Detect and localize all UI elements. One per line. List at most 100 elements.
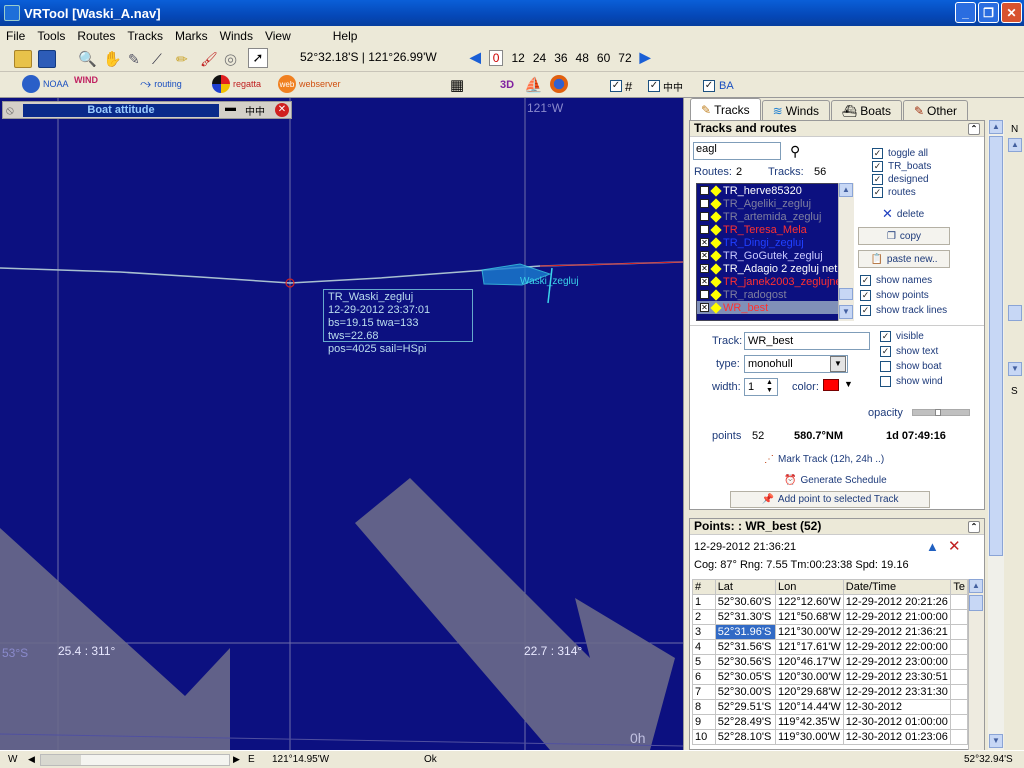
track-list-item[interactable]: ✕ TR_Dingi_zegluj	[697, 236, 853, 249]
tab-boats[interactable]: ⛴ Boats	[831, 100, 902, 120]
menu-file[interactable]: File	[0, 29, 31, 43]
menu-view[interactable]: View	[259, 29, 297, 43]
track-checkbox[interactable]	[700, 225, 709, 234]
wind-button[interactable]: WIND	[74, 75, 98, 85]
paste-new-button[interactable]: 📋 paste new..	[858, 250, 950, 268]
col-te[interactable]: Te	[950, 579, 968, 595]
ruler-icon[interactable]: ✎	[128, 49, 140, 69]
points-scroll-up-icon[interactable]: ▲	[969, 579, 983, 593]
visible-checkbox[interactable]: ✓ visible	[880, 331, 924, 342]
track-search-input[interactable]: eagl	[693, 142, 781, 160]
col-lon[interactable]: Lon	[775, 579, 844, 595]
track-list-item[interactable]: ✕ WR_best	[697, 301, 853, 314]
pointer-icon[interactable]: ➚	[248, 48, 268, 68]
col-index[interactable]: #	[692, 579, 716, 595]
next-time-icon[interactable]: ▶	[640, 49, 651, 66]
pin-icon[interactable]: ⦸	[6, 103, 14, 118]
noaa-button[interactable]: NOAA	[22, 75, 69, 93]
close-button[interactable]: ✕	[1001, 2, 1022, 23]
hscroll-left-icon[interactable]: ◀	[28, 754, 35, 765]
points-table[interactable]: # Lat Lon Date/Time Te 1 52°30.60'S 122°12…	[692, 579, 968, 745]
menu-tools[interactable]: Tools	[31, 29, 71, 43]
table-row[interactable]: 3 52°31.96'S 121°30.00'W 12-29-2012 21:36:2…	[692, 624, 968, 640]
panel-scroll-up-icon[interactable]: ▲	[989, 120, 1003, 134]
panel-dock-icon[interactable]: 中中	[245, 103, 265, 118]
menu-winds[interactable]: Winds	[214, 29, 259, 43]
horizontal-scrollbar[interactable]	[40, 754, 230, 766]
menu-marks[interactable]: Marks	[169, 29, 214, 43]
track-list-item[interactable]: TR_radogost	[697, 288, 853, 301]
hour-24[interactable]: 24	[533, 51, 546, 65]
table-row[interactable]: 4 52°31.56'S 121°17.61'W 12-29-2012 22:00:0…	[692, 639, 968, 655]
collapse-icon[interactable]: ⌃	[968, 123, 980, 135]
tr-boats-checkbox[interactable]: ✓ TR_boats	[872, 161, 931, 172]
ba-toggle[interactable]: ✓ BA	[703, 76, 734, 96]
brush-icon[interactable]: 🖌	[200, 49, 218, 69]
track-list-item[interactable]: ✕ TR_Adagio 2 zegluj net	[697, 262, 853, 275]
zoom-icon[interactable]: 🔍	[78, 49, 97, 69]
track-list-item[interactable]: TR_artemida_zegluj	[697, 210, 853, 223]
firefox-icon[interactable]	[550, 74, 568, 94]
track-list-scrollbar[interactable]: ▲ ▼	[838, 183, 854, 321]
compass-up-icon[interactable]: ▲	[1008, 138, 1022, 152]
track-list-item[interactable]: TR_herve85320	[697, 184, 853, 197]
table-row[interactable]: 6 52°30.05'S 120°30.00'W 12-29-2012 23:30:5…	[692, 669, 968, 685]
routes-checkbox[interactable]: ✓ routes	[872, 187, 916, 198]
open-icon[interactable]	[14, 49, 32, 69]
regatta-button[interactable]: regatta	[212, 75, 261, 93]
move-up-icon[interactable]: ▲	[926, 539, 939, 554]
track-checkbox[interactable]	[700, 212, 709, 221]
track-list-item[interactable]: TR_Ageliki_zegluj	[697, 197, 853, 210]
target-icon[interactable]: ◎	[224, 49, 237, 69]
add-point-button[interactable]: 📌 Add point to selected Track	[730, 491, 930, 508]
prev-time-icon[interactable]: ◀	[470, 49, 481, 66]
width-stepper-arrows-icon[interactable]: ▲ ▼	[766, 379, 773, 395]
menu-help[interactable]: Help	[327, 29, 364, 43]
hour-36[interactable]: 36	[554, 51, 567, 65]
track-list-item[interactable]: ✕ TR_GoGutek_zegluj	[697, 249, 853, 262]
hscroll-right-icon[interactable]: ▶	[233, 754, 240, 765]
scroll-thumb[interactable]	[839, 288, 853, 300]
track-list[interactable]: TR_herve85320 TR_Ageliki_zegluj TR_artemid…	[696, 183, 854, 321]
table-row[interactable]: 10 52°28.10'S 119°30.00'W 12-30-2012 01:23:…	[692, 729, 968, 745]
track-name-field[interactable]: WR_best	[744, 332, 870, 350]
compass-down-icon[interactable]: ▼	[1008, 362, 1022, 376]
show-points-checkbox[interactable]: ✓ show points	[860, 290, 929, 301]
toggle-all-checkbox[interactable]: ✓ toggle all	[872, 148, 928, 159]
copy-button[interactable]: ❐ copy	[858, 227, 950, 245]
panel-scrollbar[interactable]: ▲ ▼	[988, 120, 1004, 750]
points-scroll-thumb[interactable]	[969, 595, 983, 611]
show-track-lines-checkbox[interactable]: ✓ show track lines	[860, 305, 947, 316]
table-row[interactable]: 5 52°30.56'S 120°46.17'W 12-29-2012 23:00:0…	[692, 654, 968, 670]
boat-attitude-title[interactable]: Boat attitude	[23, 104, 219, 117]
close-panel-icon[interactable]: ✕	[275, 103, 289, 117]
compass-thumb[interactable]	[1008, 305, 1022, 321]
calculator-icon[interactable]: ▦	[450, 75, 464, 95]
polar-toggle[interactable]: ✓ 中中	[648, 76, 683, 96]
hour-72[interactable]: 72	[618, 51, 631, 65]
track-checkbox[interactable]: ✕	[700, 264, 709, 273]
track-checkbox[interactable]	[700, 290, 709, 299]
scroll-up-icon[interactable]: ▲	[839, 183, 853, 197]
route-line-icon[interactable]: ⟋	[152, 49, 162, 69]
opacity-slider[interactable]	[912, 409, 970, 416]
tab-winds[interactable]: ≋ Winds	[761, 100, 831, 120]
hour-12[interactable]: 12	[511, 51, 524, 65]
boat-icon[interactable]: ⛵	[524, 75, 543, 95]
track-checkbox[interactable]: ✕	[700, 277, 709, 286]
color-swatch[interactable]	[823, 379, 839, 391]
show-names-checkbox[interactable]: ✓ show names	[860, 275, 932, 286]
col-lat[interactable]: Lat	[714, 579, 777, 595]
panel-scroll-down-icon[interactable]: ▼	[989, 734, 1003, 748]
3d-button[interactable]: 3D	[500, 75, 514, 95]
points-scrollbar[interactable]: ▲	[968, 579, 984, 751]
collapse-points-icon[interactable]: ⌃	[968, 521, 980, 533]
show-wind-checkbox[interactable]: show wind	[880, 376, 943, 387]
track-checkbox[interactable]	[700, 186, 709, 195]
track-list-item[interactable]: ✕ TR_janek2003_zeglujne	[697, 275, 853, 288]
menu-tracks[interactable]: Tracks	[121, 29, 169, 43]
chart-map[interactable]: 121°W 53°S 25.4 : 311° 22.7 : 314° 0h	[0, 98, 683, 750]
track-checkbox[interactable]: ✕	[700, 238, 709, 247]
track-checkbox[interactable]	[700, 199, 709, 208]
webserver-button[interactable]: web webserver	[278, 75, 341, 93]
